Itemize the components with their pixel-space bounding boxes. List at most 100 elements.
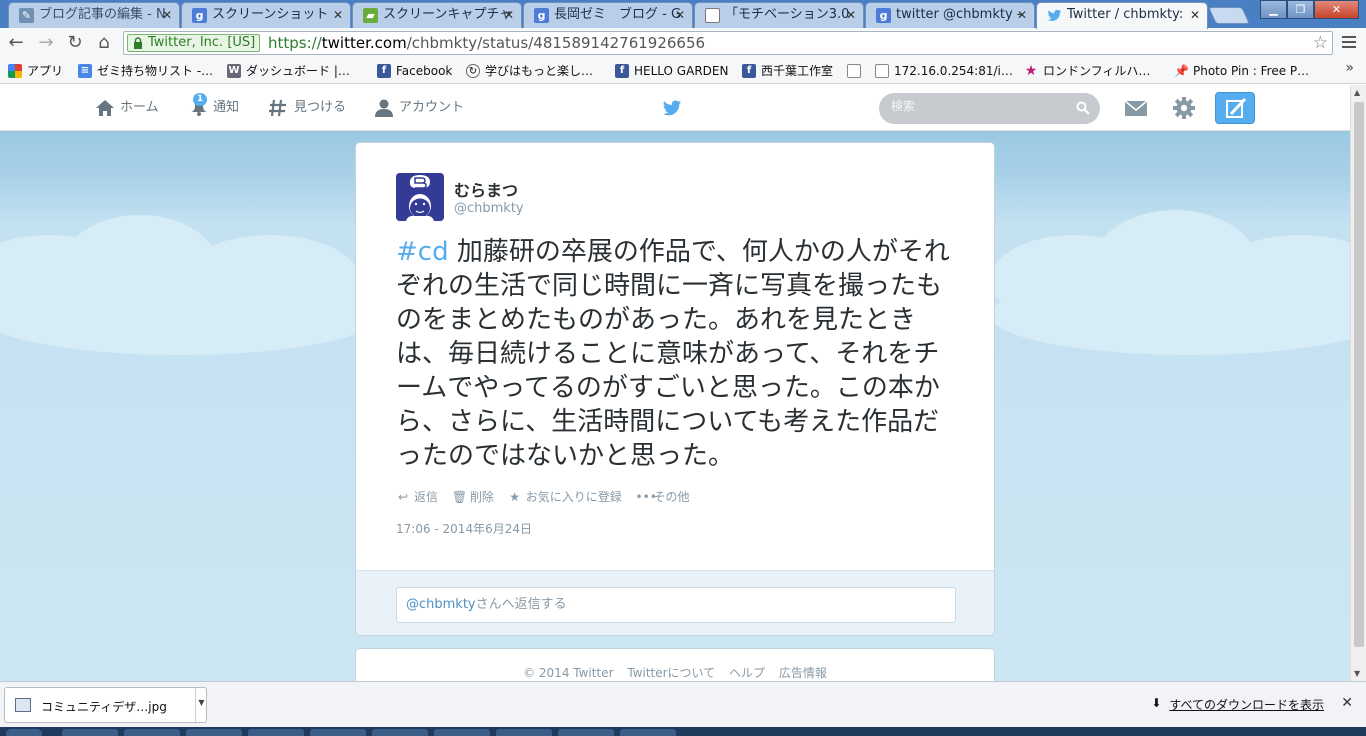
download-menu-chevron-icon[interactable]: ▼ xyxy=(195,688,207,722)
bookmarks-overflow-button[interactable]: » xyxy=(1345,60,1354,76)
bookmark-manabi[interactable]: ↻ 学びはもっと楽し… xyxy=(466,62,593,80)
bookmark-london-phil[interactable]: ★ ロンドンフィルハ… xyxy=(1024,62,1151,80)
restore-button[interactable]: ❐ xyxy=(1287,0,1314,19)
taskbar-app[interactable] xyxy=(496,729,552,736)
favorite-star-icon: ★ xyxy=(509,490,521,504)
tweet-author-name[interactable]: むらまつ xyxy=(454,177,518,201)
compose-tweet-button[interactable] xyxy=(1215,92,1255,124)
tab-twitter-status[interactable]: Twitter / chbmkty: ✕ xyxy=(1036,2,1208,29)
search-icon[interactable] xyxy=(1076,101,1090,115)
footer-link-help[interactable]: ヘルプ xyxy=(729,666,765,680)
nav-home[interactable]: ホーム xyxy=(94,98,159,118)
start-button[interactable] xyxy=(6,729,42,736)
taskbar-app[interactable] xyxy=(558,729,614,736)
twitter-bird-icon xyxy=(1047,9,1062,21)
footer-copyright: © 2014 Twitter xyxy=(523,666,614,680)
tab-blog-edit[interactable]: ✎ ブログ記事の編集 - N ✕ xyxy=(8,2,180,28)
bookmark-hello-garden[interactable]: f HELLO GARDEN xyxy=(615,62,728,80)
hashtag-link[interactable]: #cd xyxy=(396,237,449,267)
page-icon xyxy=(705,8,720,23)
tweet-author-screen-name[interactable]: @chbmkty xyxy=(454,201,524,216)
taskbar-app[interactable] xyxy=(186,729,242,736)
show-all-downloads-link[interactable]: ⬇ すべてのダウンロードを表示 xyxy=(1151,696,1324,713)
tab-close-icon[interactable]: ✕ xyxy=(1017,3,1027,27)
bookmark-nishichiba[interactable]: f 西千葉工作室 xyxy=(742,62,833,80)
taskbar-app[interactable] xyxy=(124,729,180,736)
window-close-button[interactable]: ✕ xyxy=(1314,0,1359,19)
footer-link-about[interactable]: Twitterについて xyxy=(627,666,715,680)
apps-grid-icon xyxy=(8,64,22,78)
page-footer: © 2014 Twitter Twitterについて ヘルプ 広告情報 xyxy=(355,648,995,681)
favorite-action[interactable]: ★ お気に入りに登録 xyxy=(508,488,621,505)
forward-arrow-icon[interactable]: → xyxy=(34,31,58,55)
scrollbar-thumb[interactable] xyxy=(1354,102,1364,647)
minimize-button[interactable]: ▁ xyxy=(1260,0,1287,19)
tab-close-icon[interactable]: ✕ xyxy=(504,3,514,27)
ev-certificate-badge[interactable]: Twitter, Inc. [US] xyxy=(127,34,261,52)
window-controls: ▁ ❐ ✕ xyxy=(1260,0,1359,19)
search-input[interactable] xyxy=(891,99,1071,113)
taskbar-app[interactable] xyxy=(434,729,490,736)
taskbar-app[interactable] xyxy=(620,729,676,736)
taskbar-app[interactable] xyxy=(310,729,366,736)
tab-strip: ✎ ブログ記事の編集 - N ✕ g スクリーンショット ✕ ▰ スクリーンキャ… xyxy=(0,0,1366,29)
bookmark-star-icon[interactable]: ☆ xyxy=(1313,33,1328,53)
tab-nagaoka-blog[interactable]: g 長岡ゼミ ブログ - G ✕ xyxy=(523,2,693,28)
scroll-up-arrow-icon[interactable]: ▲ xyxy=(1354,88,1360,97)
tab-screenshot[interactable]: g スクリーンショット ✕ xyxy=(181,2,351,28)
reload-icon[interactable]: ↻ xyxy=(63,31,87,55)
scroll-down-arrow-icon[interactable]: ▼ xyxy=(1354,669,1360,678)
nav-discover[interactable]: 見つける xyxy=(268,98,346,118)
download-item[interactable]: コミュニティデザ…jpg ▼ xyxy=(4,687,207,723)
close-download-shelf-icon[interactable]: ✕ xyxy=(1341,695,1353,711)
taskbar-app[interactable] xyxy=(248,729,304,736)
back-arrow-icon[interactable]: ← xyxy=(4,31,28,55)
settings-gear-icon[interactable] xyxy=(1172,96,1196,120)
nav-account[interactable]: アカウント xyxy=(373,98,464,118)
more-action[interactable]: •••その他 xyxy=(636,488,690,505)
tab-twitter-search[interactable]: g twitter @chbmkty - ✕ xyxy=(865,2,1035,28)
tab-close-icon[interactable]: ✕ xyxy=(675,3,685,27)
bookmark-apps[interactable]: アプリ xyxy=(8,62,63,80)
tweet-card: むらまつ @chbmkty #cd 加藤研の卒展の作品で、何人かの人がそれぞれの… xyxy=(355,142,995,636)
footer-link-ads[interactable]: 広告情報 xyxy=(779,666,827,680)
tab-close-icon[interactable]: ✕ xyxy=(162,3,172,27)
google-icon: g xyxy=(192,8,207,23)
reply-area: @chbmktyさんへ返信する xyxy=(356,570,994,635)
tweet-timestamp[interactable]: 17:06 - 2014年6月24日 xyxy=(396,520,532,537)
google-icon: g xyxy=(534,8,549,23)
twitter-logo-icon[interactable] xyxy=(661,98,683,118)
reply-action[interactable]: ↩ 返信 xyxy=(396,488,438,505)
bookmark-zemi-list[interactable]: ≡ ゼミ持ち物リスト -… xyxy=(78,62,213,80)
bookmark-photo-pin[interactable]: 📌 Photo Pin : Free P… xyxy=(1174,62,1309,80)
address-bar[interactable]: Twitter, Inc. [US] https://twitter.com/c… xyxy=(123,31,1333,55)
wordpress-icon: W xyxy=(227,64,241,78)
bookmark-dashboard[interactable]: W ダッシュボード |… xyxy=(227,62,350,80)
new-tab-button[interactable] xyxy=(1208,7,1250,24)
more-dots-icon: ••• xyxy=(635,490,657,504)
delete-action[interactable]: 🗑 削除 xyxy=(452,488,494,505)
page-scrollbar[interactable]: ▲ ▼ xyxy=(1350,85,1366,681)
bookmark-local-server[interactable]: 172.16.0.254:81/i… xyxy=(875,62,1013,80)
chrome-menu-icon[interactable] xyxy=(1342,36,1356,51)
tab-close-icon[interactable]: ✕ xyxy=(846,3,856,27)
bookmark-blank-page[interactable] xyxy=(847,62,866,80)
reply-arrow-icon: ↩ xyxy=(397,490,409,504)
nav-notifications[interactable]: 1 通知 xyxy=(187,93,239,118)
tab-close-icon[interactable]: ✕ xyxy=(333,3,343,27)
tab-screen-capture[interactable]: ▰ スクリーンキャプチャ ✕ xyxy=(352,2,522,28)
taskbar-app[interactable] xyxy=(62,729,118,736)
tab-close-icon[interactable]: ✕ xyxy=(1190,3,1200,27)
twitter-search-box[interactable] xyxy=(879,93,1100,124)
home-icon[interactable]: ⌂ xyxy=(92,31,116,55)
direct-messages-envelope-icon[interactable] xyxy=(1124,98,1148,118)
avatar[interactable] xyxy=(396,173,444,221)
footer-links: © 2014 Twitter Twitterについて ヘルプ 広告情報 xyxy=(356,664,994,681)
tab-motivation[interactable]: 「モチベーション3.0 ✕ xyxy=(694,2,864,28)
taskbar-app[interactable] xyxy=(372,729,428,736)
bookmark-facebook[interactable]: f Facebook xyxy=(377,62,452,80)
bookmarks-bar: アプリ ≡ ゼミ持ち物リスト -… W ダッシュボード |… f Faceboo… xyxy=(0,58,1366,84)
avatar-illustration xyxy=(396,173,444,221)
reply-input[interactable]: @chbmktyさんへ返信する xyxy=(396,587,956,623)
tweet-actions: ↩ 返信 🗑 削除 ★ お気に入りに登録 •••その他 xyxy=(396,488,700,505)
